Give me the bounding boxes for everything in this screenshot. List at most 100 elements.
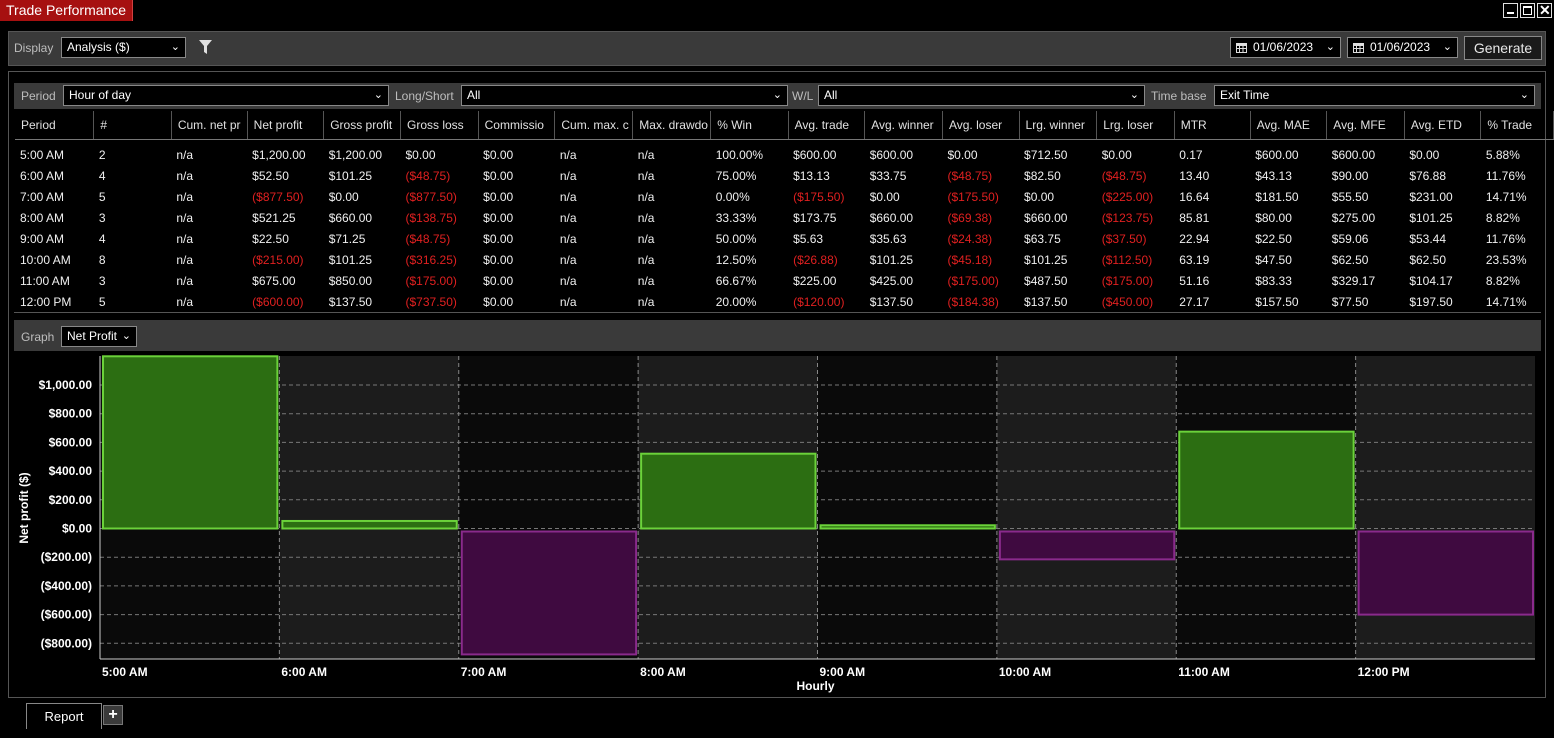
wl-select[interactable]: All ⌄ [818, 85, 1145, 106]
table-cell: n/a [176, 231, 194, 246]
column-header[interactable]: Avg. loser [942, 111, 1020, 140]
column-header[interactable]: Max. drawdo [632, 111, 712, 140]
graph-select[interactable]: Net Profit ⌄ [61, 326, 137, 347]
chart-band [996, 356, 1177, 659]
tab-report[interactable]: Report [26, 703, 102, 729]
column-header[interactable]: Avg. MFE [1326, 111, 1405, 140]
from-date-picker[interactable]: 01/06/2023 ⌄ [1230, 37, 1341, 58]
table-cell: 85.81 [1179, 210, 1210, 225]
table-cell: n/a [176, 273, 194, 288]
table-cell: $0.00 [405, 147, 436, 162]
x-tick-label: 11:00 AM [1178, 665, 1230, 679]
table-cell: $137.50 [1024, 294, 1068, 309]
column-header[interactable]: Lrg. loser [1096, 111, 1175, 140]
column-header[interactable]: % Trade [1480, 111, 1554, 140]
column-header[interactable]: Avg. ETD [1404, 111, 1482, 140]
chevron-down-icon: ⌄ [1129, 89, 1139, 101]
table-row[interactable]: 11:00 AM 3 n/a $675.00 $850.00 ($175.00) $0.00… [15, 270, 1554, 291]
table-cell: 3 [98, 273, 106, 288]
table-cell: $0.00 [1101, 147, 1132, 162]
table-cell: $0.00 [1024, 189, 1055, 204]
chart-band [279, 356, 459, 659]
table-cell: $35.63 [869, 231, 907, 246]
minimize-button[interactable] [1503, 3, 1518, 18]
wl-label: W/L [792, 89, 814, 103]
table-cell: n/a [559, 168, 577, 183]
table-row[interactable]: 12:00 PM 5 n/a ($600.00) $137.50 ($737.50) $0.… [15, 291, 1554, 312]
calendar-icon [1236, 43, 1247, 53]
y-tick-label: $0.00 [62, 522, 92, 536]
column-header[interactable]: Gross loss [400, 111, 479, 140]
table-cell: $76.88 [1409, 168, 1447, 183]
period-select[interactable]: Hour of day ⌄ [63, 85, 389, 106]
timebase-select[interactable]: Exit Time ⌄ [1214, 85, 1535, 106]
table-cell: 12:00 PM [20, 294, 72, 309]
filter-icon[interactable] [199, 40, 212, 55]
column-header[interactable]: Net profit [247, 111, 325, 140]
table-cell: $59.06 [1331, 231, 1369, 246]
window-title: Trade Performance [0, 0, 134, 21]
table-cell: 100.00% [715, 147, 764, 162]
table-cell: $173.75 [793, 210, 837, 225]
column-header[interactable]: Period [15, 111, 95, 140]
table-row[interactable]: 5:00 AM 2 n/a $1,200.00 $1,200.00 $0.00 $0.00 n… [15, 140, 1554, 166]
table-row[interactable]: 8:00 AM 3 n/a $521.25 $660.00 ($138.75) $0.00 n… [15, 207, 1554, 228]
close-button[interactable]: ✕ [1537, 2, 1552, 18]
table-cell: n/a [637, 252, 655, 267]
table-row[interactable]: 9:00 AM 4 n/a $22.50 $71.25 ($48.75) $0.00 n/a n… [15, 228, 1554, 249]
table-cell: $82.50 [1024, 168, 1061, 183]
table-cell: $0.00 [483, 210, 514, 225]
column-header[interactable]: Cum. max. c [554, 111, 634, 140]
x-tick-label: 10:00 AM [999, 665, 1051, 679]
table-cell: $62.50 [1409, 252, 1447, 267]
column-header[interactable]: Lrg. winner [1019, 111, 1098, 140]
longshort-select[interactable]: All ⌄ [461, 85, 788, 106]
grid-header-row: Period # Cum. net pr Net profit Gross profit… [15, 111, 1554, 140]
table-cell: 8:00 AM [20, 210, 65, 225]
table-cell: $77.50 [1331, 294, 1369, 309]
chevron-down-icon: ⌄ [1325, 41, 1335, 53]
from-date-value: 01/06/2023 [1253, 40, 1314, 54]
table-cell: n/a [559, 210, 577, 225]
bar [1178, 430, 1355, 530]
bar [460, 530, 638, 656]
table-cell: ($316.25) [405, 252, 457, 267]
generate-button[interactable]: Generate [1464, 36, 1542, 60]
table-cell: n/a [637, 231, 655, 246]
column-header[interactable]: MTR [1174, 111, 1251, 140]
y-tick-label: ($600.00) [41, 608, 92, 622]
column-header[interactable]: Avg. MAE [1250, 111, 1328, 140]
column-header[interactable]: # [93, 111, 172, 140]
table-cell: 50.00% [715, 231, 757, 246]
to-date-picker[interactable]: 01/06/2023 ⌄ [1347, 37, 1458, 58]
table-row[interactable]: 6:00 AM 4 n/a $52.50 $101.25 ($48.75) $0.00 n/a… [15, 165, 1554, 186]
table-cell: ($48.75) [405, 231, 451, 246]
table-cell: 7:00 AM [20, 189, 65, 204]
column-header[interactable]: Avg. winner [864, 111, 943, 140]
table-cell: n/a [637, 273, 655, 288]
column-header[interactable]: % Win [710, 111, 789, 140]
table-row[interactable]: 10:00 AM 8 n/a ($215.00) $101.25 ($316.25) $0.… [15, 249, 1554, 270]
table-cell: $487.50 [1024, 273, 1068, 288]
table-cell: 11.76% [1485, 231, 1526, 246]
table-cell: 0.00% [715, 189, 750, 204]
table-cell: 51.16 [1179, 273, 1210, 288]
display-select[interactable]: Analysis ($) ⌄ [61, 37, 186, 58]
table-cell: n/a [176, 294, 194, 309]
table-cell: $1,200.00 [328, 147, 383, 162]
column-header[interactable]: Gross profit [323, 111, 401, 140]
table-cell: $0.00 [483, 252, 514, 267]
table-cell: ($600.00) [252, 294, 304, 309]
table-row[interactable]: 7:00 AM 5 n/a ($877.50) $0.00 ($877.50) $0.00 n… [15, 186, 1554, 207]
column-header[interactable]: Commissio [478, 111, 556, 140]
add-tab-button[interactable]: + [103, 705, 123, 725]
y-tick-label: $200.00 [49, 493, 93, 507]
column-header[interactable]: Avg. trade [788, 111, 866, 140]
window-controls: ✕ [1503, 2, 1552, 18]
table-cell: ($48.75) [947, 168, 993, 183]
column-header[interactable]: Cum. net pr [171, 111, 248, 140]
maximize-button[interactable] [1520, 3, 1535, 18]
table-cell: ($175.00) [405, 273, 457, 288]
table-cell: n/a [176, 168, 194, 183]
table-cell: ($184.38) [947, 294, 999, 309]
